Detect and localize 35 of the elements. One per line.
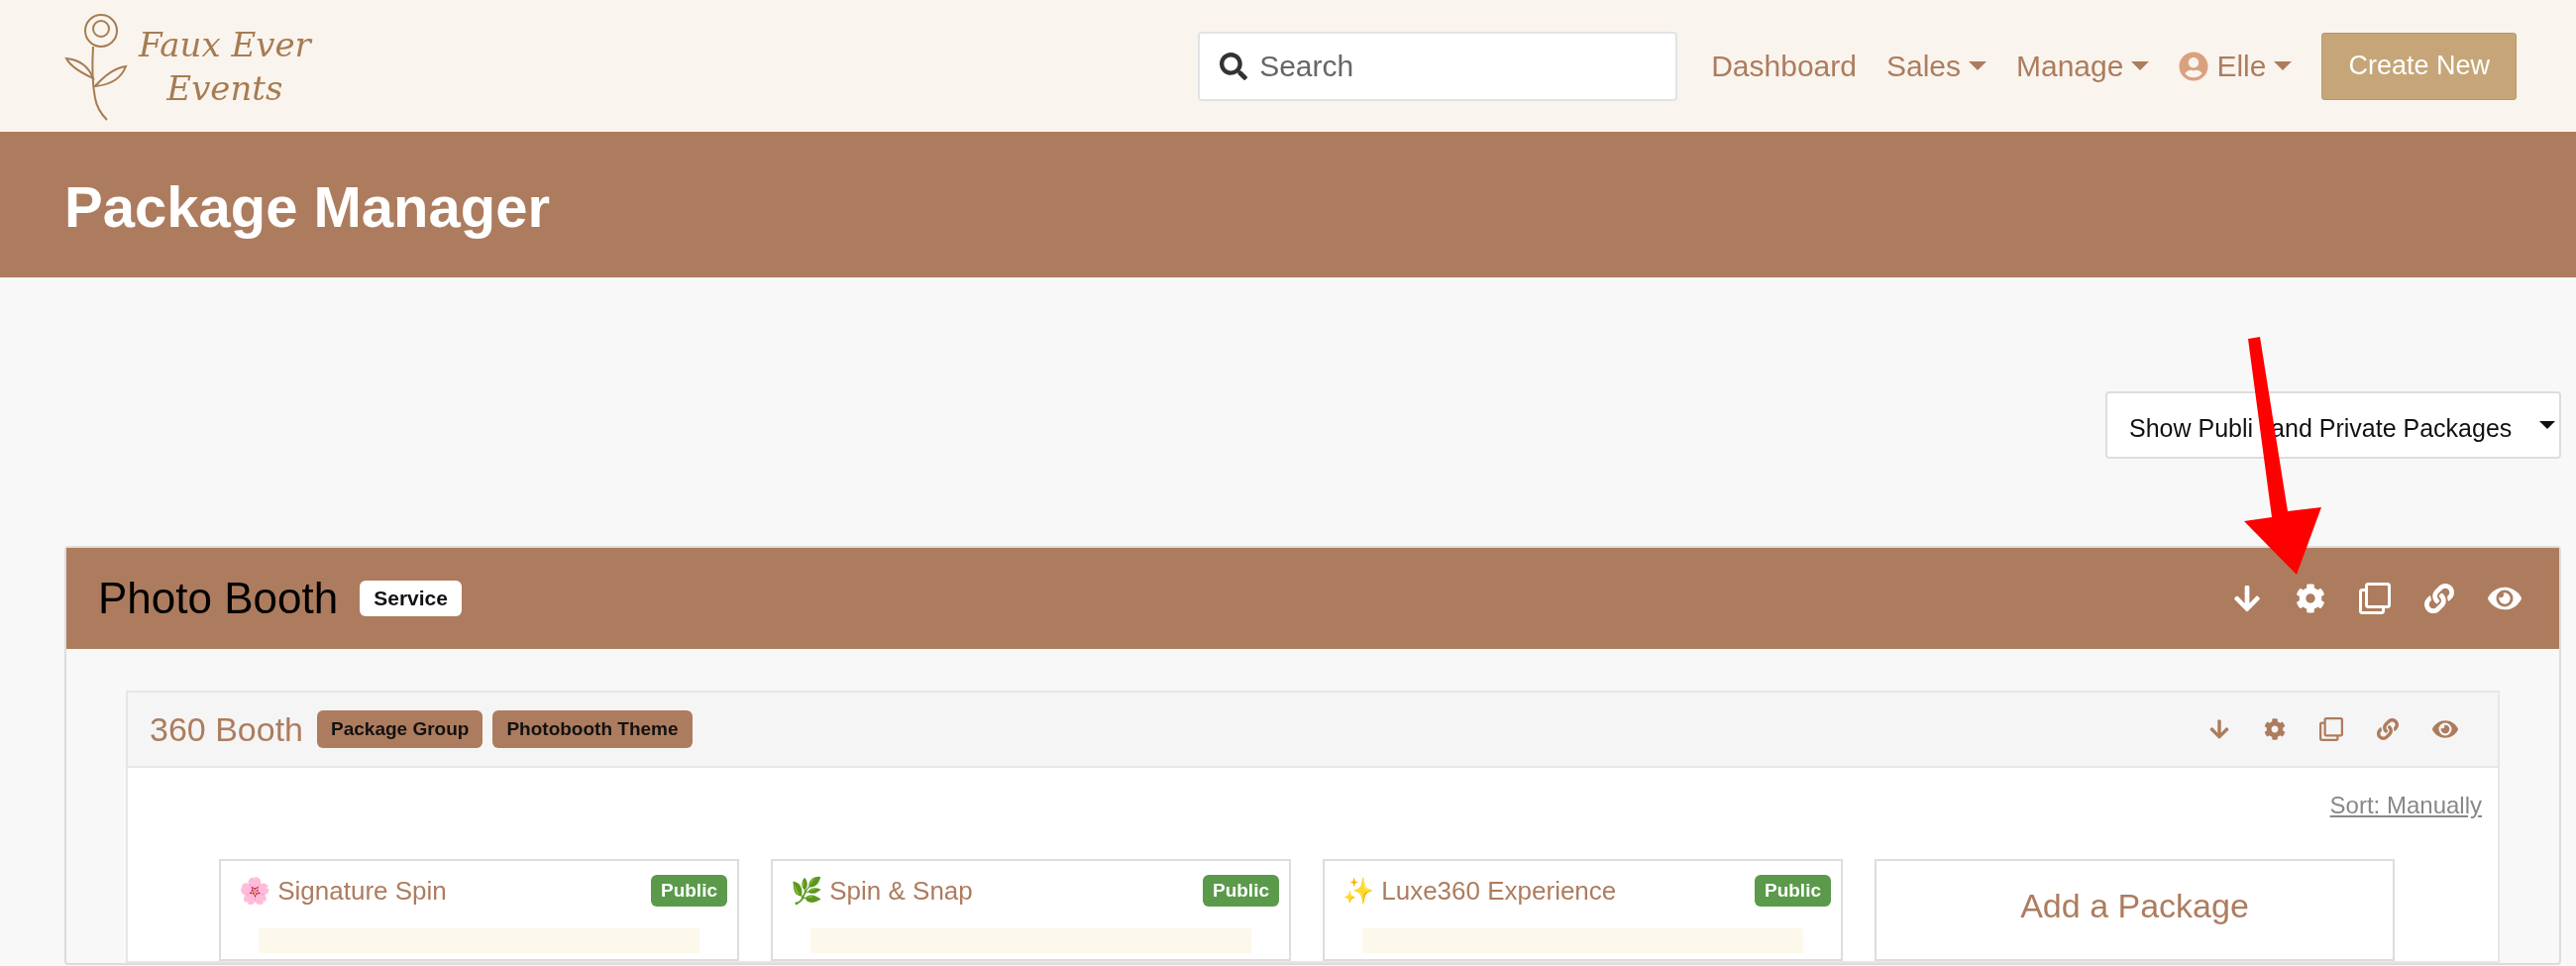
package-title: 🌿 Spin & Snap — [791, 875, 973, 907]
package-card[interactable]: ✨ Luxe360 Experience Public — [1323, 859, 1843, 961]
status-badge: Public — [1755, 875, 1831, 907]
tag-badge: Photobooth Theme — [492, 710, 693, 748]
page-title: Package Manager — [64, 172, 551, 240]
service-title: Photo Booth — [98, 574, 339, 623]
search-icon — [1220, 52, 1248, 80]
package-title: ✨ Luxe360 Experience — [1342, 875, 1617, 907]
tag-badge: Package Group — [317, 710, 483, 748]
nav-link[interactable]: Manage — [2016, 49, 2150, 83]
settings-icon[interactable] — [2264, 718, 2286, 740]
package-group-title: 360 Booth — [150, 709, 304, 749]
link-icon[interactable] — [2424, 584, 2454, 613]
copy-icon[interactable] — [2359, 583, 2391, 614]
nav-link[interactable]: Dashboard — [1711, 49, 1857, 83]
caret-icon — [2539, 421, 2555, 429]
down-arrow-icon[interactable] — [2232, 584, 2262, 613]
package-card[interactable]: 🌸 Signature Spin Public — [219, 859, 739, 961]
link-icon[interactable] — [2377, 718, 2399, 740]
service-badge: Service — [360, 581, 462, 616]
logo-text: Faux Ever Events — [139, 23, 311, 110]
nav-link[interactable]: Elle — [2179, 49, 2293, 83]
sort-link[interactable]: Sort: Manually — [2329, 792, 2482, 819]
add-package-button[interactable]: Add a Package — [1875, 859, 2395, 961]
user-icon — [2179, 51, 2209, 81]
down-arrow-icon[interactable] — [2208, 718, 2230, 740]
create-new-button[interactable]: Create New — [2321, 32, 2517, 100]
status-badge: Public — [1203, 875, 1279, 907]
settings-icon[interactable] — [2296, 584, 2325, 613]
copy-icon[interactable] — [2319, 717, 2343, 741]
status-badge: Public — [651, 875, 727, 907]
nav-link[interactable]: Sales — [1885, 49, 1986, 83]
package-title: 🌸 Signature Spin — [239, 875, 447, 907]
package-card[interactable]: 🌿 Spin & Snap Public — [771, 859, 1291, 961]
search-field[interactable]: Search — [1198, 31, 1678, 101]
